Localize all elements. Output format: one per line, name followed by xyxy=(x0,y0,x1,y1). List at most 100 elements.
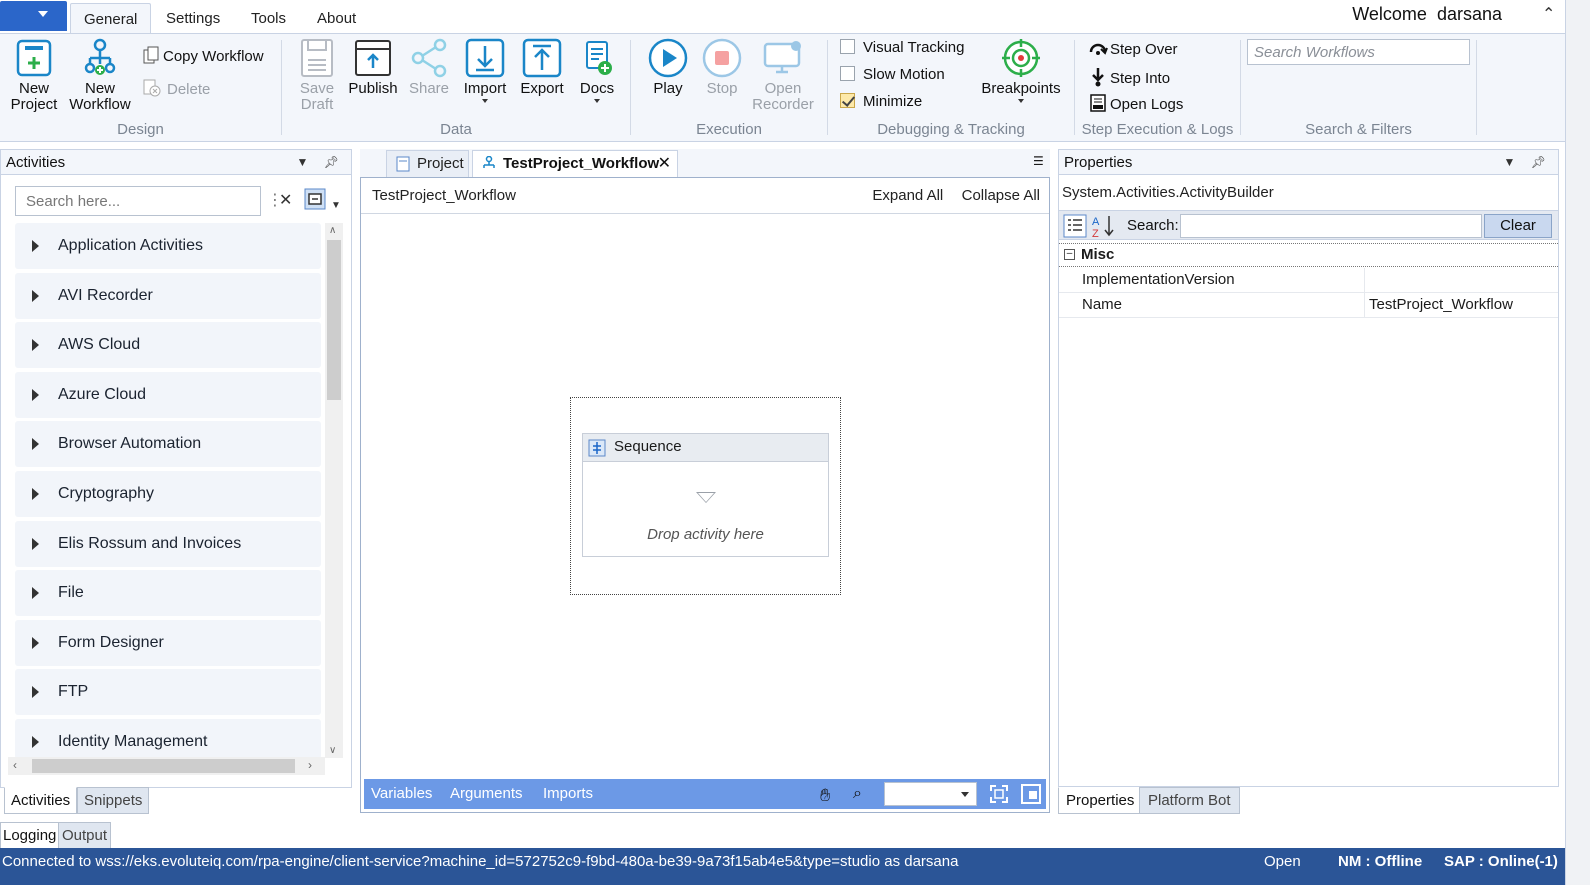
scroll-up-icon[interactable]: ∧ xyxy=(329,225,336,236)
tab-snippets[interactable]: Snippets xyxy=(77,787,150,814)
activity-category[interactable]: AWS Cloud xyxy=(15,322,321,369)
share-button[interactable]: Share xyxy=(406,38,452,97)
category-misc[interactable]: – Misc xyxy=(1059,243,1558,267)
sequence-header[interactable]: Sequence xyxy=(583,434,828,462)
panel-pin-icon[interactable]: ▼ 📌︎ xyxy=(1504,150,1552,175)
open-logs-button[interactable]: Open Logs xyxy=(1090,94,1183,113)
clear-search-icon[interactable]: ✕ xyxy=(279,190,292,210)
collapse-ribbon-icon[interactable]: ⌃ xyxy=(1542,4,1555,24)
app-menu-button[interactable] xyxy=(0,1,67,31)
expand-arrow-icon xyxy=(32,537,39,550)
activity-category[interactable]: Form Designer xyxy=(15,619,321,666)
options-dropdown-icon[interactable]: ▼ xyxy=(331,200,341,211)
breakpoints-button[interactable]: Breakpoints xyxy=(979,38,1063,103)
activity-category[interactable]: File xyxy=(15,570,321,617)
slow-motion-checkbox[interactable]: Slow Motion xyxy=(840,66,945,83)
activity-category[interactable]: Identity Management xyxy=(15,718,321,759)
collapse-all-icon[interactable] xyxy=(304,188,326,215)
activity-category[interactable]: Browser Automation xyxy=(15,421,321,468)
tab-about[interactable]: About xyxy=(304,3,369,34)
scroll-right-icon[interactable]: › xyxy=(308,758,312,772)
activities-scrollbar[interactable]: ∧ ∨ xyxy=(325,223,343,758)
tab-list-icon[interactable]: ☰ xyxy=(1033,154,1044,168)
step-over-button[interactable]: Step Over xyxy=(1088,40,1178,58)
tab-logging[interactable]: Logging xyxy=(0,822,60,849)
copy-workflow-button[interactable]: Copy Workflow xyxy=(143,46,264,65)
open-recorder-button[interactable]: Open Recorder xyxy=(752,38,814,113)
tab-tools[interactable]: Tools xyxy=(238,3,299,34)
save-draft-button[interactable]: Save Draft xyxy=(294,38,340,113)
activity-category[interactable]: Cryptography xyxy=(15,470,321,517)
pan-hand-icon[interactable]: ✋︎ xyxy=(820,780,830,810)
zoom-icon[interactable]: ⌕ xyxy=(853,779,862,809)
activity-category[interactable]: Azure Cloud xyxy=(15,371,321,418)
activity-category[interactable]: Elis Rossum and Invoices xyxy=(15,520,321,567)
collapse-all-button[interactable]: Collapse All xyxy=(962,187,1040,204)
zoom-select[interactable] xyxy=(884,782,977,806)
categorized-view-icon[interactable] xyxy=(1063,214,1087,242)
clear-button[interactable]: Clear xyxy=(1484,214,1552,238)
tab-activities[interactable]: Activities xyxy=(4,787,78,814)
tab-project[interactable]: Project xyxy=(386,150,469,177)
activity-category[interactable]: FTP xyxy=(15,669,321,716)
property-row[interactable]: Name TestProject_Workflow xyxy=(1059,293,1558,318)
minimize-checkbox[interactable]: Minimize xyxy=(840,93,922,110)
property-value[interactable] xyxy=(1364,268,1554,292)
collapse-icon[interactable]: – xyxy=(1064,249,1075,260)
tab-testproject-workflow[interactable]: TestProject_Workflow ✕ xyxy=(472,150,678,177)
window-edge xyxy=(1565,0,1590,885)
activities-search-input[interactable] xyxy=(15,186,261,216)
new-project-button[interactable]: New Project xyxy=(7,38,61,113)
visual-tracking-checkbox[interactable]: Visual Tracking xyxy=(840,39,964,56)
step-into-button[interactable]: Step Into xyxy=(1088,67,1170,87)
expand-all-button[interactable]: Expand All xyxy=(872,187,943,204)
delete-icon xyxy=(143,79,161,97)
imports-button[interactable]: Imports xyxy=(543,779,593,809)
fit-to-screen-icon[interactable] xyxy=(989,784,1009,815)
tab-platform-bot[interactable]: Platform Bot xyxy=(1139,787,1240,814)
designer-footer: Variables Arguments Imports ✋︎ ⌕ xyxy=(364,779,1046,809)
sort-alpha-icon[interactable]: AZ xyxy=(1091,213,1117,243)
activities-hscrollbar[interactable]: ‹ › xyxy=(8,757,325,775)
panel-pin-icon[interactable]: ▼ 📌︎ xyxy=(297,150,345,175)
breadcrumb[interactable]: TestProject_Workflow xyxy=(372,187,516,204)
publish-button[interactable]: Publish xyxy=(347,38,399,97)
stop-button[interactable]: Stop xyxy=(699,38,745,97)
arguments-button[interactable]: Arguments xyxy=(450,779,523,809)
overview-map-icon[interactable] xyxy=(1021,784,1041,815)
tab-properties[interactable]: Properties xyxy=(1058,787,1143,814)
workflow-designer: TestProject_Workflow Expand All Collapse… xyxy=(360,177,1050,813)
group-label-debugging: Debugging & Tracking xyxy=(877,121,1025,138)
scroll-down-icon[interactable]: ∨ xyxy=(329,745,336,756)
property-value[interactable]: TestProject_Workflow xyxy=(1364,293,1554,317)
activity-category[interactable]: AVI Recorder xyxy=(15,272,321,319)
export-icon xyxy=(522,38,562,78)
docs-button[interactable]: Docs xyxy=(575,38,619,103)
search-workflows-input[interactable] xyxy=(1247,39,1470,65)
delete-button[interactable]: Delete xyxy=(143,79,210,98)
nm-status: NM : Offline xyxy=(1338,853,1423,870)
chevron-down-icon xyxy=(38,11,48,17)
tab-general[interactable]: General xyxy=(70,3,152,34)
recorder-icon xyxy=(763,41,801,74)
group-label-design: Design xyxy=(117,121,164,138)
properties-search-input[interactable] xyxy=(1180,214,1482,238)
import-icon xyxy=(465,38,505,78)
activity-category[interactable]: Application Activities xyxy=(15,223,321,269)
sequence-activity[interactable]: Sequence Drop activity here xyxy=(582,433,829,557)
scroll-left-icon[interactable]: ‹ xyxy=(13,758,17,772)
close-tab-icon[interactable]: ✕ xyxy=(658,151,671,177)
export-button[interactable]: Export xyxy=(517,38,567,97)
svg-text:Z: Z xyxy=(1092,228,1099,239)
new-workflow-button[interactable]: New Workflow xyxy=(64,38,136,113)
import-button[interactable]: Import xyxy=(460,38,510,103)
variables-button[interactable]: Variables xyxy=(371,779,432,809)
designer-header: TestProject_Workflow Expand All Collapse… xyxy=(361,178,1049,214)
scrollbar-thumb[interactable] xyxy=(32,759,295,773)
scrollbar-thumb[interactable] xyxy=(327,240,341,400)
play-button[interactable]: Play xyxy=(645,38,691,97)
tab-output[interactable]: Output xyxy=(58,822,112,849)
tab-settings[interactable]: Settings xyxy=(153,3,233,34)
property-row[interactable]: ImplementationVersion xyxy=(1059,268,1558,293)
sequence-container[interactable]: Sequence Drop activity here xyxy=(570,397,841,595)
